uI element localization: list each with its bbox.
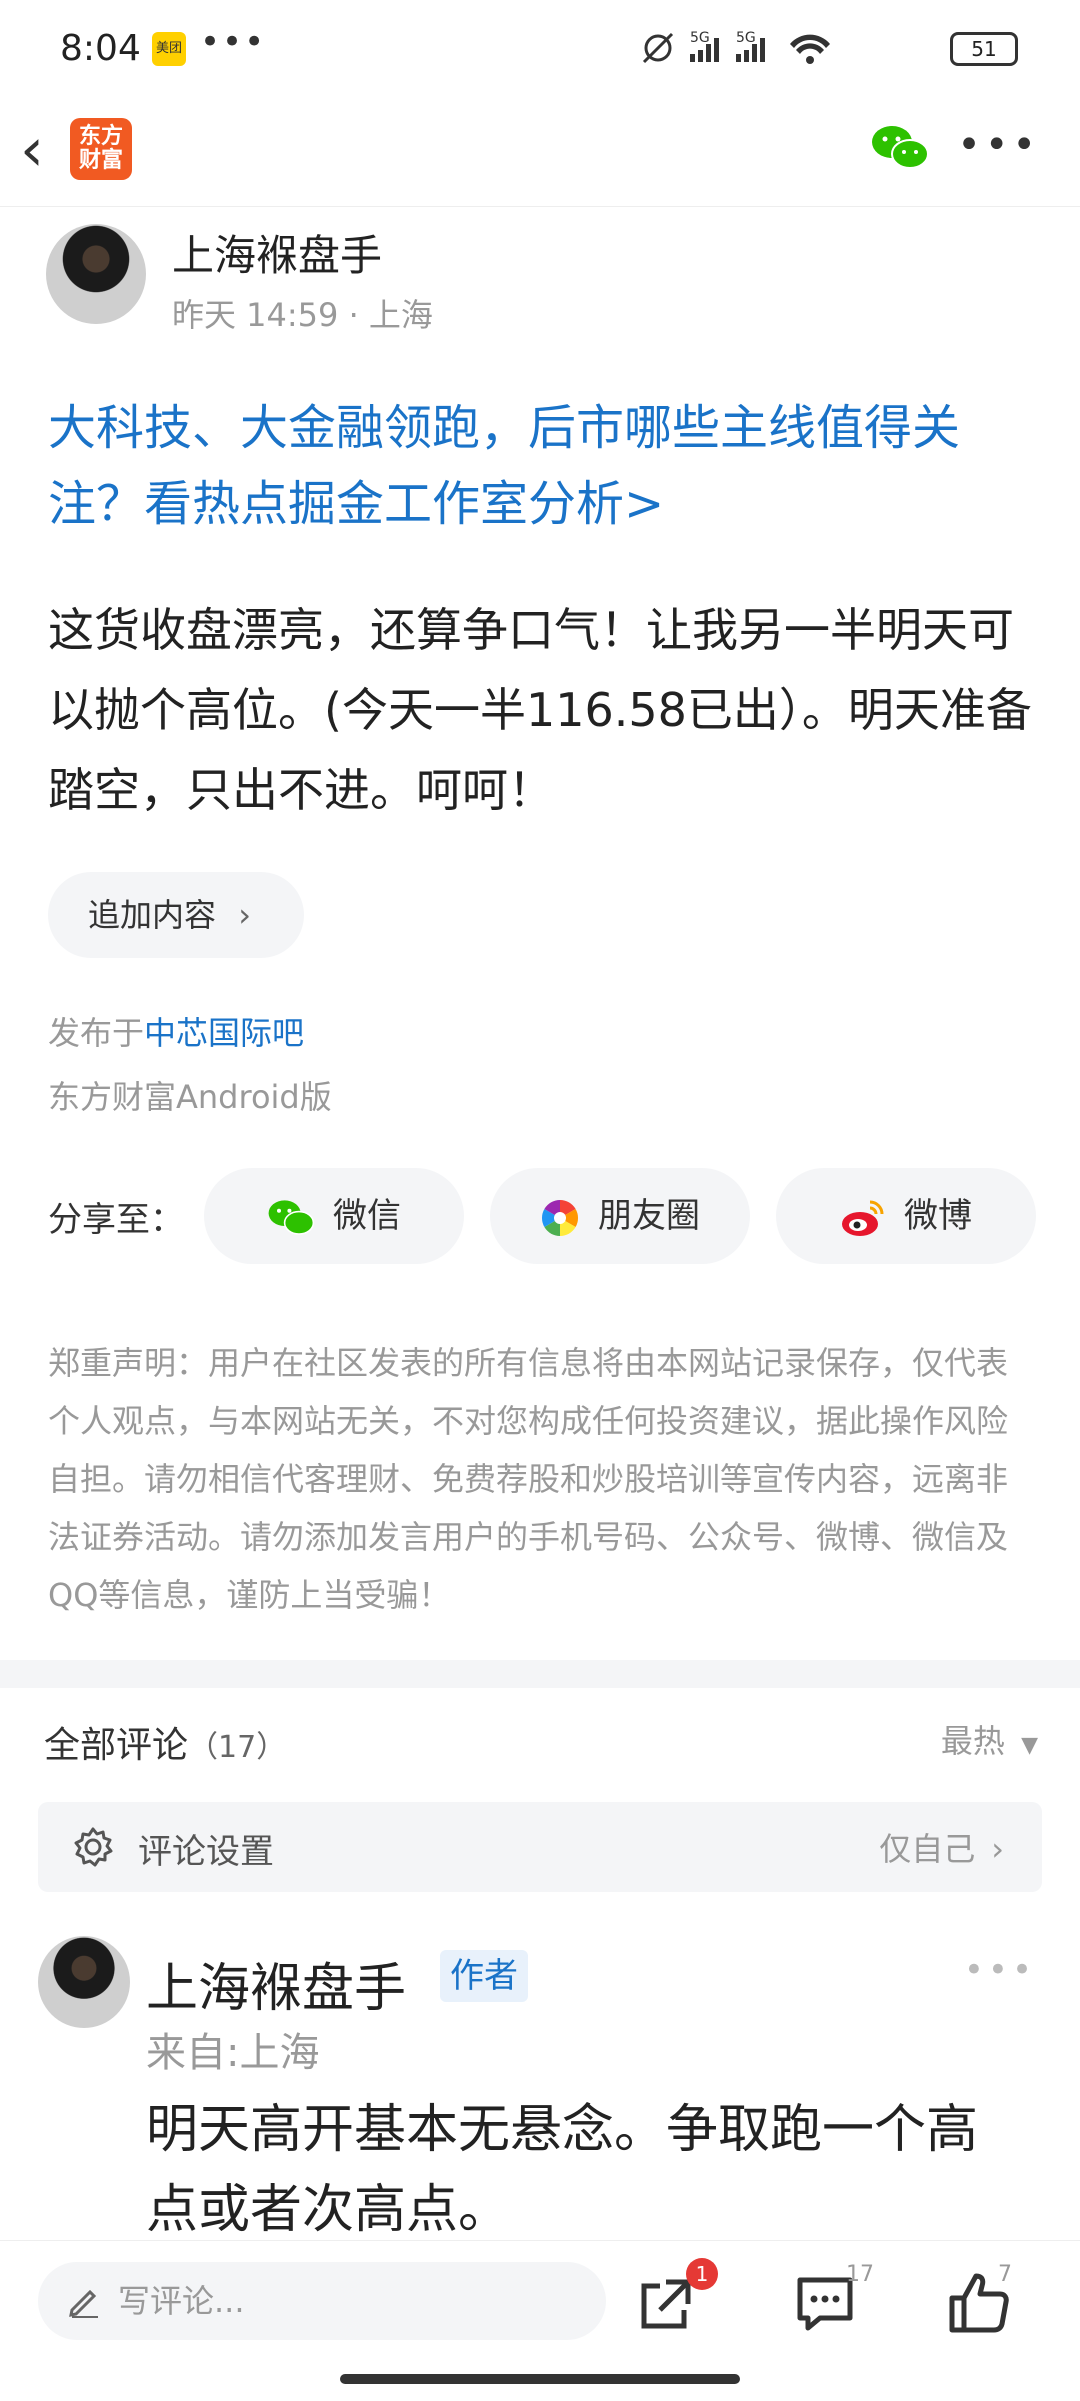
promo-headline-link[interactable]: 大科技、大金融领跑，后市哪些主线值得关注？看热点掘金工作室分析> xyxy=(48,390,1028,542)
comment-more-icon[interactable]: ••• xyxy=(964,1950,1036,1990)
back-icon[interactable]: ‹ xyxy=(20,120,44,180)
commenter-location: 来自:上海 xyxy=(146,2030,320,2076)
comments-title: 全部评论（17） xyxy=(44,1716,286,1768)
sort-dropdown[interactable]: 最热 ▼ xyxy=(941,1716,1038,1762)
author-avatar[interactable] xyxy=(46,224,146,324)
share-moments-button[interactable]: 朋友圈 xyxy=(490,1168,750,1264)
status-time: 8:04 xyxy=(60,28,141,69)
comment-settings-label: 评论设置 xyxy=(138,1832,274,1872)
home-indicator[interactable] xyxy=(340,2374,740,2384)
comment-settings-row[interactable]: 评论设置 仅自己 › xyxy=(38,1802,1042,1892)
caret-down-icon: ▼ xyxy=(1021,1733,1038,1758)
forum-link[interactable]: 中芯国际吧 xyxy=(144,1014,304,1052)
share-moments-label: 朋友圈 xyxy=(598,1196,700,1236)
sort-label: 最热 xyxy=(940,1722,1005,1760)
logo-line1: 东方 xyxy=(78,124,123,149)
meituan-notification-icon: 美团 xyxy=(152,32,186,66)
svg-text:5G: 5G xyxy=(690,30,710,46)
author-tag-badge: 作者 xyxy=(440,1950,528,2002)
published-in: 发布于中芯国际吧 xyxy=(48,1008,304,1054)
more-options-icon[interactable]: ••• xyxy=(957,122,1040,168)
comment-settings-value-text: 仅自己 xyxy=(879,1830,976,1868)
share-badge: 1 xyxy=(686,2258,718,2290)
published-prefix: 发布于 xyxy=(48,1014,145,1052)
post-body: 这货收盘漂亮，还算争口气！让我另一半明天可以抛个高位。(今天一半116.58已出… xyxy=(48,603,1032,817)
share-weibo-button[interactable]: 微博 xyxy=(776,1168,1036,1264)
add-content-label: 追加内容 xyxy=(88,896,217,934)
wechat-icon xyxy=(268,1199,315,1235)
comment-settings-value: 仅自己 › xyxy=(879,1824,1004,1870)
gear-icon xyxy=(74,1827,113,1867)
comment-count: 17 xyxy=(846,2262,874,2287)
commenter-avatar[interactable] xyxy=(38,1936,130,2028)
write-comment-placeholder: 写评论... xyxy=(118,2282,245,2320)
like-count: 7 xyxy=(998,2262,1012,2287)
share-weibo-label: 微博 xyxy=(904,1196,972,1236)
share-wechat-label: 微信 xyxy=(333,1196,401,1236)
signal-wifi-icons: 5G 5G xyxy=(642,30,830,64)
disclaimer-text: 郑重声明：用户在社区发表的所有信息将由本网站记录保存，仅代表个人观点，与本网站无… xyxy=(48,1344,1009,1614)
section-divider xyxy=(0,1660,1080,1688)
pencil-icon xyxy=(69,2289,98,2318)
wechat-share-icon[interactable] xyxy=(870,124,930,172)
battery-icon: 51 xyxy=(950,32,1018,66)
commenter-name[interactable]: 上海褓盘手 xyxy=(146,1946,406,2021)
write-comment-input[interactable]: 写评论... xyxy=(38,2262,606,2340)
more-notifications-icon: ••• xyxy=(200,22,267,62)
comments-title-label: 全部评论 xyxy=(44,1725,189,1766)
post-meta: 昨天 14:59 · 上海 xyxy=(172,296,433,334)
top-nav-bar: ‹ 东方 财富 ••• xyxy=(0,100,1080,207)
weibo-icon xyxy=(842,1200,884,1236)
moments-icon xyxy=(541,1199,579,1236)
chevron-right-icon: › xyxy=(991,1830,1004,1868)
add-content-button[interactable]: 追加内容 › xyxy=(48,872,304,958)
chevron-right-icon: › xyxy=(238,896,251,934)
comments-count: （17） xyxy=(188,1730,287,1765)
eastmoney-logo: 东方 财富 xyxy=(70,118,132,180)
svg-text:5G: 5G xyxy=(736,30,756,46)
share-label: 分享至： xyxy=(48,1200,184,1240)
status-bar: 8:04 美团 ••• 5G 5G 51 xyxy=(0,0,1080,100)
comment-text: 明天高开基本无悬念。争取跑一个高点或者次高点。 xyxy=(146,2100,979,2240)
share-wechat-button[interactable]: 微信 xyxy=(204,1168,464,1264)
author-name[interactable]: 上海褓盘手 xyxy=(172,222,382,283)
client-source: 东方财富Android版 xyxy=(48,1078,332,1116)
logo-line2: 财富 xyxy=(78,148,123,173)
